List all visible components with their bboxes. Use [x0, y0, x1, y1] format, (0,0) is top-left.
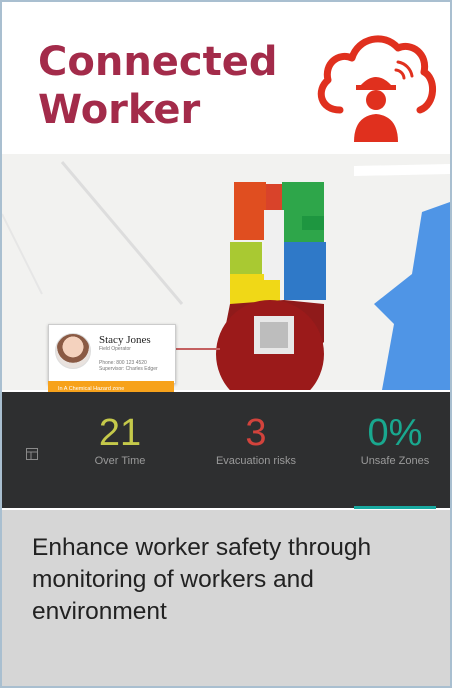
worker-role: Field Operator — [99, 346, 131, 352]
description-text: Enhance worker safety through monitoring… — [32, 534, 372, 625]
active-tab-indicator — [354, 506, 436, 509]
stat-unsafe-zones[interactable]: 0% Unsafe Zones — [348, 412, 442, 468]
worker-supervisor: Supervisor: Charles Edger — [99, 366, 158, 372]
card-title: Connected Worker — [38, 38, 288, 134]
stat-value: 3 — [245, 412, 267, 454]
worker-name: Stacy Jones — [99, 334, 151, 346]
stat-value: 21 — [98, 412, 142, 454]
worker-profile-card[interactable]: Stacy Jones Field Operator Phone: 800 12… — [48, 324, 176, 384]
stat-evacuation-risks[interactable]: 3 Evacuation risks — [196, 412, 316, 468]
worker-avatar — [55, 333, 91, 369]
stat-label: Unsafe Zones — [360, 455, 430, 467]
dashboard-icon[interactable] — [26, 448, 38, 460]
stat-value: 0% — [367, 412, 423, 454]
connected-worker-card: Connected Worker Stacy Jones Field Opera… — [0, 0, 452, 688]
stat-label: Over Time — [94, 455, 146, 467]
stat-label: Evacuation risks — [215, 455, 297, 467]
cloud-worker-signal-icon — [317, 35, 436, 142]
stat-over-time[interactable]: 21 Over Time — [80, 412, 160, 468]
card-header: Connected Worker — [2, 2, 450, 154]
title-line-1: Connected — [38, 39, 278, 85]
description-panel: Enhance worker safety through monitoring… — [2, 510, 450, 686]
title-line-2: Worker — [38, 87, 201, 133]
